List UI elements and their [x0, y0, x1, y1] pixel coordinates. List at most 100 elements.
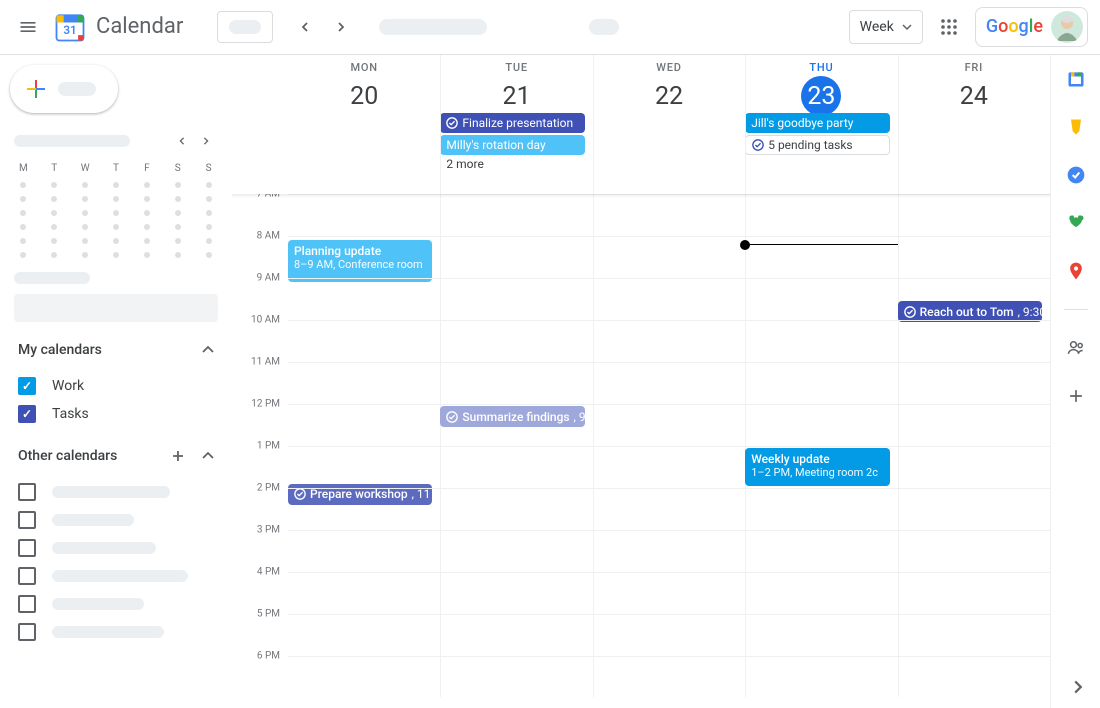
mini-day[interactable]: [113, 182, 119, 188]
calendar-event[interactable]: Planning update8–9 AM, Conference room: [288, 240, 432, 282]
add-calendar-button[interactable]: [168, 446, 188, 466]
calendar-item[interactable]: Tasks: [18, 400, 218, 428]
mini-day[interactable]: [113, 196, 119, 202]
allday-column[interactable]: Finalize presentationMilly's rotation da…: [440, 113, 592, 137]
calendar-checkbox[interactable]: [18, 511, 36, 529]
day-number[interactable]: 21: [497, 76, 537, 116]
mini-day[interactable]: [113, 252, 119, 258]
calendar-item[interactable]: [18, 478, 218, 506]
calendar-item[interactable]: [18, 618, 218, 646]
mini-day[interactable]: [82, 224, 88, 230]
user-avatar[interactable]: [1051, 11, 1083, 43]
side-maps-icon[interactable]: [1066, 261, 1086, 281]
mini-day[interactable]: [175, 182, 181, 188]
calendar-checkbox[interactable]: [18, 483, 36, 501]
allday-event[interactable]: Jill's goodbye party: [745, 113, 889, 133]
mini-day[interactable]: [175, 224, 181, 230]
mini-day[interactable]: [175, 252, 181, 258]
calendar-event[interactable]: Weekly update1–2 PM, Meeting room 2c: [745, 448, 889, 486]
calendar-checkbox[interactable]: [18, 567, 36, 585]
calendar-checkbox[interactable]: [18, 405, 36, 423]
allday-event[interactable]: 5 pending tasks: [745, 135, 889, 155]
view-switcher[interactable]: Week: [849, 10, 923, 44]
app-logo[interactable]: 31 Calendar: [52, 9, 183, 45]
day-header[interactable]: THU23: [745, 55, 897, 113]
prev-week-button[interactable]: [289, 11, 321, 43]
next-week-button[interactable]: [325, 11, 357, 43]
mini-day[interactable]: [206, 182, 212, 188]
mini-day[interactable]: [20, 182, 26, 188]
calendar-item[interactable]: [18, 590, 218, 618]
allday-column[interactable]: [593, 113, 745, 137]
calendar-event[interactable]: Prepare workshop, 11 A: [288, 484, 432, 505]
day-column[interactable]: Weekly update1–2 PM, Meeting room 2c: [745, 194, 897, 708]
search-people-input[interactable]: [14, 294, 218, 322]
day-number[interactable]: 20: [344, 76, 384, 116]
side-calendar-icon[interactable]: [1066, 69, 1086, 89]
mini-day[interactable]: [206, 252, 212, 258]
mini-day[interactable]: [20, 238, 26, 244]
mini-day[interactable]: [175, 196, 181, 202]
calendar-item[interactable]: Work: [18, 372, 218, 400]
side-addons-button[interactable]: [1066, 386, 1086, 406]
mini-day[interactable]: [206, 210, 212, 216]
side-contacts-icon[interactable]: [1066, 213, 1086, 233]
calendar-checkbox[interactable]: [18, 539, 36, 557]
side-people-icon[interactable]: [1066, 338, 1086, 358]
side-keep-icon[interactable]: [1066, 117, 1086, 137]
calendar-event[interactable]: Summarize findings, 9:30: [440, 406, 584, 427]
mini-day[interactable]: [51, 224, 57, 230]
allday-more[interactable]: 2 more: [440, 157, 584, 171]
today-button[interactable]: [217, 11, 273, 43]
mini-day[interactable]: [51, 210, 57, 216]
mini-day[interactable]: [144, 210, 150, 216]
event-grid[interactable]: Planning update8–9 AM, Conference room Pr…: [288, 194, 1050, 708]
mini-day[interactable]: [206, 196, 212, 202]
mini-day[interactable]: [82, 238, 88, 244]
mini-day[interactable]: [82, 252, 88, 258]
calendar-event[interactable]: Reach out to Tom, 9:30 A: [898, 301, 1042, 322]
allday-event[interactable]: Milly's rotation day: [440, 135, 584, 155]
side-collapse-button[interactable]: [1071, 680, 1085, 694]
calendar-item[interactable]: [18, 506, 218, 534]
mini-day[interactable]: [113, 238, 119, 244]
day-header[interactable]: WED22: [593, 55, 745, 113]
day-header[interactable]: FRI24: [898, 55, 1050, 113]
day-column[interactable]: Planning update8–9 AM, Conference room Pr…: [288, 194, 440, 708]
mini-day[interactable]: [20, 196, 26, 202]
search-button[interactable]: [589, 19, 619, 35]
mini-day[interactable]: [175, 238, 181, 244]
day-number[interactable]: 22: [649, 76, 689, 116]
mini-day[interactable]: [51, 196, 57, 202]
mini-next-button[interactable]: [194, 129, 218, 153]
allday-column[interactable]: [898, 113, 1050, 137]
calendar-item[interactable]: [18, 534, 218, 562]
create-button[interactable]: [10, 65, 118, 113]
allday-column[interactable]: [288, 113, 440, 137]
mini-day[interactable]: [20, 210, 26, 216]
mini-day[interactable]: [82, 210, 88, 216]
mini-day[interactable]: [20, 224, 26, 230]
side-tasks-icon[interactable]: [1066, 165, 1086, 185]
mini-day[interactable]: [20, 252, 26, 258]
mini-day[interactable]: [144, 252, 150, 258]
menu-button[interactable]: [8, 7, 48, 47]
allday-event[interactable]: Finalize presentation: [440, 113, 584, 133]
apps-button[interactable]: [929, 7, 969, 47]
mini-day[interactable]: [82, 196, 88, 202]
mini-day[interactable]: [113, 210, 119, 216]
account-switcher[interactable]: Google: [975, 7, 1088, 47]
calendar-checkbox[interactable]: [18, 377, 36, 395]
mini-day[interactable]: [82, 182, 88, 188]
mini-day[interactable]: [175, 210, 181, 216]
day-header[interactable]: MON20: [288, 55, 440, 113]
mini-day[interactable]: [144, 238, 150, 244]
mini-prev-button[interactable]: [170, 129, 194, 153]
mini-day[interactable]: [51, 252, 57, 258]
collapse-button[interactable]: [198, 340, 218, 360]
mini-day[interactable]: [144, 196, 150, 202]
mini-day[interactable]: [144, 224, 150, 230]
calendar-checkbox[interactable]: [18, 595, 36, 613]
mini-day[interactable]: [113, 224, 119, 230]
mini-day[interactable]: [206, 224, 212, 230]
